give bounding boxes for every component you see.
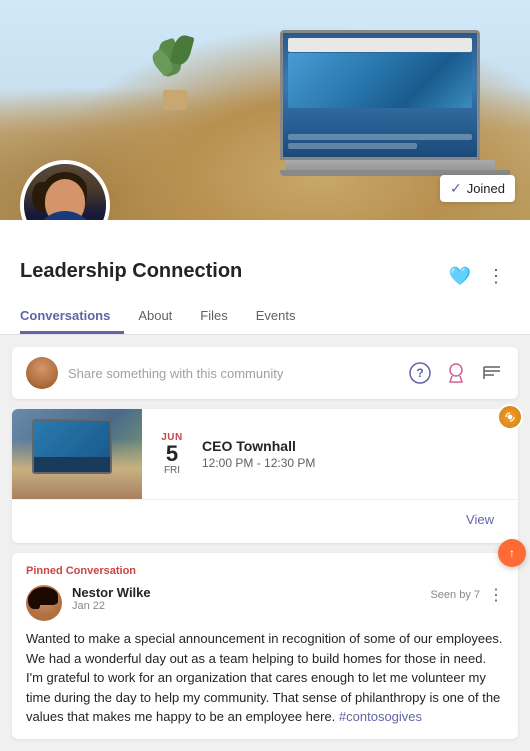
post-more-button[interactable]: ⋮ [488,585,504,605]
community-name: Leadership Connection [20,260,242,283]
post-hashtag[interactable]: #contosogives [339,709,422,724]
user-avatar [26,357,58,389]
format-button[interactable] [480,361,504,385]
tab-events[interactable]: Events [242,300,310,334]
post-seen-count: Seen by 7 [430,589,480,601]
quiz-button[interactable]: ? [408,361,432,385]
info-actions: 🩵 ⋮ [446,262,510,290]
ellipsis-icon: ⋮ [487,266,505,287]
community-tabs: Conversations About Files Events [20,300,510,334]
post-meta: Nestor Wilke Jan 22 [72,585,430,612]
hero-banner: ✓ Joined [0,0,530,220]
event-thumbnail [12,409,142,499]
event-time: 12:00 PM - 12:30 PM [202,456,510,470]
event-weekday: FRI [164,465,180,476]
heart-icon: 🩵 [449,266,471,287]
event-view-button[interactable]: View [452,504,508,535]
share-actions: ? [408,361,504,385]
share-placeholder[interactable]: Share something with this community [68,366,398,381]
live-indicator [497,404,523,430]
joined-badge[interactable]: ✓ Joined [440,175,515,202]
community-avatar [20,160,110,220]
like-button[interactable]: 🩵 [446,262,474,290]
award-button[interactable] [444,361,468,385]
checkmark-icon: ✓ [450,180,462,197]
more-options-button[interactable]: ⋮ [482,262,510,290]
tab-about[interactable]: About [124,300,186,334]
post-body: Wanted to make a special announcement in… [26,629,504,727]
pinned-label: Pinned Conversation [26,565,504,577]
scroll-to-top-button[interactable]: ↑ [498,539,526,567]
community-info-section: Leadership Connection 🩵 ⋮ Conversations … [0,220,530,335]
event-date: JUN 5 FRI [150,432,194,476]
tab-conversations[interactable]: Conversations [20,300,124,334]
event-card: JUN 5 FRI CEO Townhall 12:00 PM - 12:30 … [12,409,518,543]
post-header: Nestor Wilke Jan 22 Seen by 7 ⋮ [26,585,504,621]
tab-files[interactable]: Files [186,300,241,334]
post-author-name: Nestor Wilke [72,585,430,600]
content-area: Share something with this community ? [0,335,530,751]
post-date: Jan 22 [72,600,430,612]
event-day: 5 [166,443,178,465]
share-box: Share something with this community ? [12,347,518,399]
laptop-decoration [280,30,500,185]
post-meta-right: Seen by 7 ⋮ [430,585,504,605]
event-title: CEO Townhall [202,438,510,454]
plant-decoration [150,30,200,110]
event-card-wrapper: JUN 5 FRI CEO Townhall 12:00 PM - 12:30 … [12,409,518,543]
post-body-text: Wanted to make a special announcement in… [26,631,502,724]
svg-text:?: ? [416,366,423,380]
post-author-avatar [26,585,62,621]
joined-label: Joined [467,181,505,196]
event-details: CEO Townhall 12:00 PM - 12:30 PM [202,438,510,470]
